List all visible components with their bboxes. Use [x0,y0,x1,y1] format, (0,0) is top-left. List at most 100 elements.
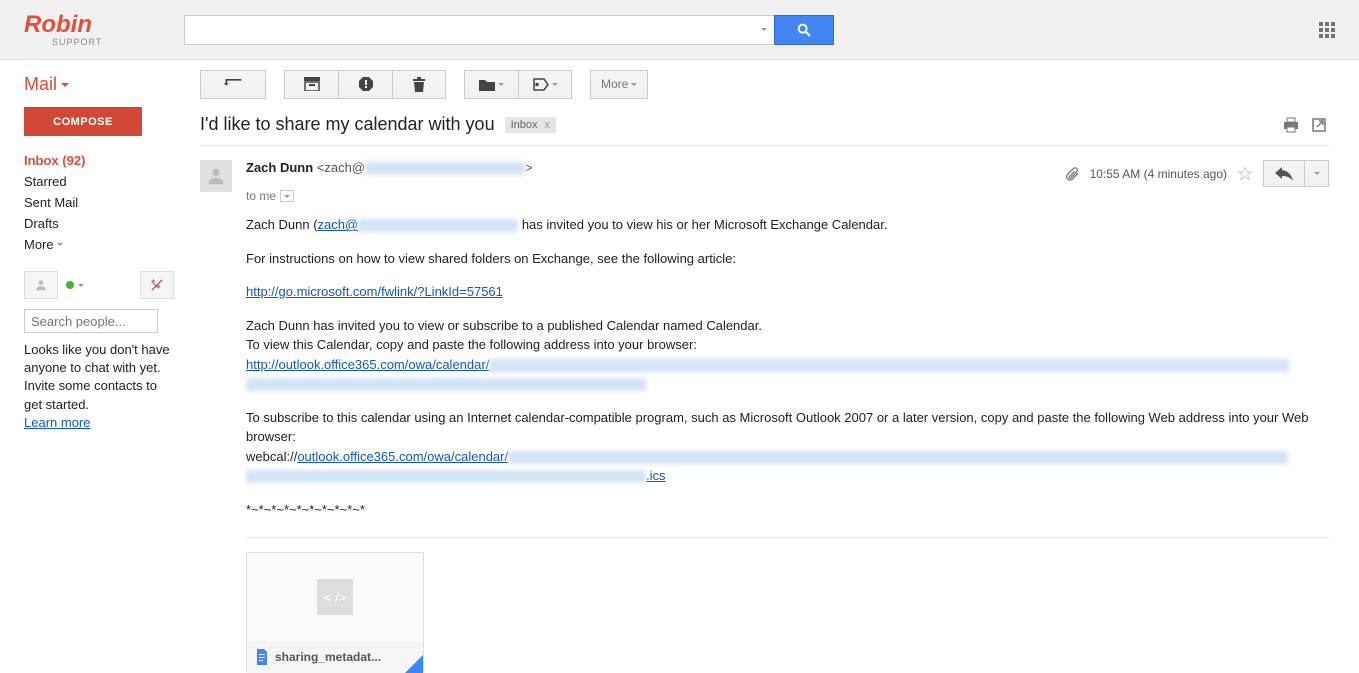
more-label: More [24,237,54,252]
print-button[interactable] [1281,115,1301,135]
star-button[interactable] [1237,166,1253,182]
apps-grid-icon[interactable] [1319,22,1335,38]
move-to-button[interactable] [464,70,518,99]
sidebar-item-inbox[interactable]: Inbox (92) [24,150,174,171]
text: To subscribe to this calendar using an I… [246,410,1308,445]
sidebar: Mail COMPOSE Inbox (92) Starred Sent Mai… [0,60,184,672]
print-icon [1283,117,1299,133]
trash-icon [412,76,426,92]
sidebar-item-more[interactable]: More [24,234,174,255]
subject-actions [1281,115,1329,135]
learn-more-link[interactable]: Learn more [24,415,90,430]
redacted [246,470,646,483]
ms-help-link[interactable]: http://go.microsoft.com/fwlink/?LinkId=5… [246,284,503,299]
text: Zach Dunn has invited you to view or sub… [246,318,762,333]
search-button[interactable] [774,15,834,45]
caret-down-icon [498,83,504,86]
caret-down-icon[interactable] [78,284,84,287]
labels-button[interactable] [518,70,572,99]
to-text: to me [246,189,276,203]
sender[interactable]: Zach Dunn <zach@> [246,160,533,175]
new-window-button[interactable] [1309,115,1329,135]
star-icon [1237,166,1253,182]
attachment-indicator[interactable] [1064,166,1080,182]
show-details-button[interactable] [280,190,294,202]
reply-icon [1275,167,1293,181]
reply-more-button[interactable] [1305,160,1329,187]
owa-calendar-link[interactable]: http://outlook.office365.com/owa/calenda… [246,357,1289,372]
caret-down-icon [57,243,63,246]
code-file-icon: < /> [317,579,353,615]
text: *~*~*~*~*~*~*~*~*~* [246,500,1329,520]
message-meta: 10:55 AM (4 minutes ago) [1064,160,1329,187]
sender-email-link[interactable]: zach@ [318,217,519,232]
caret-down-icon [284,195,290,198]
main-container: Mail COMPOSE Inbox (92) Starred Sent Mai… [0,60,1359,672]
sidebar-item-starred[interactable]: Starred [24,171,174,192]
chat-empty-text: Looks like you don't have anyone to chat… [24,342,170,412]
text: To view this Calendar, copy and paste th… [246,337,697,352]
label-chip-inbox[interactable]: Inbox x [505,117,556,133]
label-icon [533,78,549,91]
spam-button[interactable] [338,70,392,99]
more-button[interactable]: More [590,70,648,99]
text: webcal:// [246,449,297,464]
archive-icon [304,77,320,91]
logo-subtext: SUPPORT [52,37,184,47]
mail-dropdown[interactable]: Mail [24,74,174,95]
attachment-preview: < /> [247,553,423,641]
folder-icon [479,78,495,91]
file-icon [255,649,269,665]
text: For instructions on how to view shared f… [246,249,1329,269]
webcal-link-ext[interactable]: .ics [646,468,666,483]
message-content: Zach Dunn (zach@ has invited you to view… [246,215,1329,519]
caret-down-icon [1314,172,1320,175]
delete-button[interactable] [392,70,446,99]
toolbar: More [200,60,1329,108]
subject-text: I'd like to share my calendar with you [200,114,495,135]
reply-button[interactable] [1263,160,1305,187]
search-icon [796,22,812,38]
label-remove-icon[interactable]: x [542,119,554,131]
search-people-input[interactable] [24,309,158,333]
sidebar-item-sent[interactable]: Sent Mail [24,192,174,213]
person-icon [205,165,227,187]
status-online-icon [66,281,74,289]
logo[interactable]: Robin SUPPORT [24,13,184,47]
header: Robin SUPPORT [0,0,1359,60]
timestamp: 10:55 AM (4 minutes ago) [1090,167,1227,181]
text: Zach Dunn ( [246,217,318,232]
hangouts-toggle-button[interactable] [140,271,174,299]
logo-text: Robin [24,13,184,37]
back-button[interactable] [200,70,266,99]
search-options-dropdown[interactable] [754,15,774,45]
chat-profile-button[interactable] [24,271,58,299]
attachment-name: sharing_metadat... [275,650,381,664]
redacted [246,378,646,391]
archive-button[interactable] [284,70,338,99]
attachment-card[interactable]: < /> sharing_metadat... [246,552,424,672]
label-text: Inbox [511,119,538,131]
chat-controls [24,271,174,299]
caret-down-icon [631,83,637,86]
redacted [365,162,525,175]
sender-email-prefix: <zach@ [317,160,365,175]
to-line: to me [246,189,1329,203]
message-body: Zach Dunn <zach@> 10:55 AM (4 minutes ag… [246,160,1329,672]
search-bar [184,15,834,45]
more-label: More [601,77,628,91]
corner-fold-icon [405,655,423,673]
sidebar-item-drafts[interactable]: Drafts [24,213,174,234]
message: Zach Dunn <zach@> 10:55 AM (4 minutes ag… [200,146,1329,672]
avatar[interactable] [200,160,232,192]
webcal-link[interactable]: outlook.office365.com/owa/calendar/ [297,449,1288,464]
paperclip-icon [1064,166,1080,182]
search-input[interactable] [184,15,754,45]
back-arrow-icon [223,77,243,91]
message-header: Zach Dunn <zach@> 10:55 AM (4 minutes ag… [246,160,1329,187]
content-pane: More I'd like to share my calendar with … [200,60,1359,672]
compose-button[interactable]: COMPOSE [24,107,142,136]
caret-down-icon [61,83,69,87]
sender-name: Zach Dunn [246,160,313,175]
subject-row: I'd like to share my calendar with you I… [200,108,1329,146]
